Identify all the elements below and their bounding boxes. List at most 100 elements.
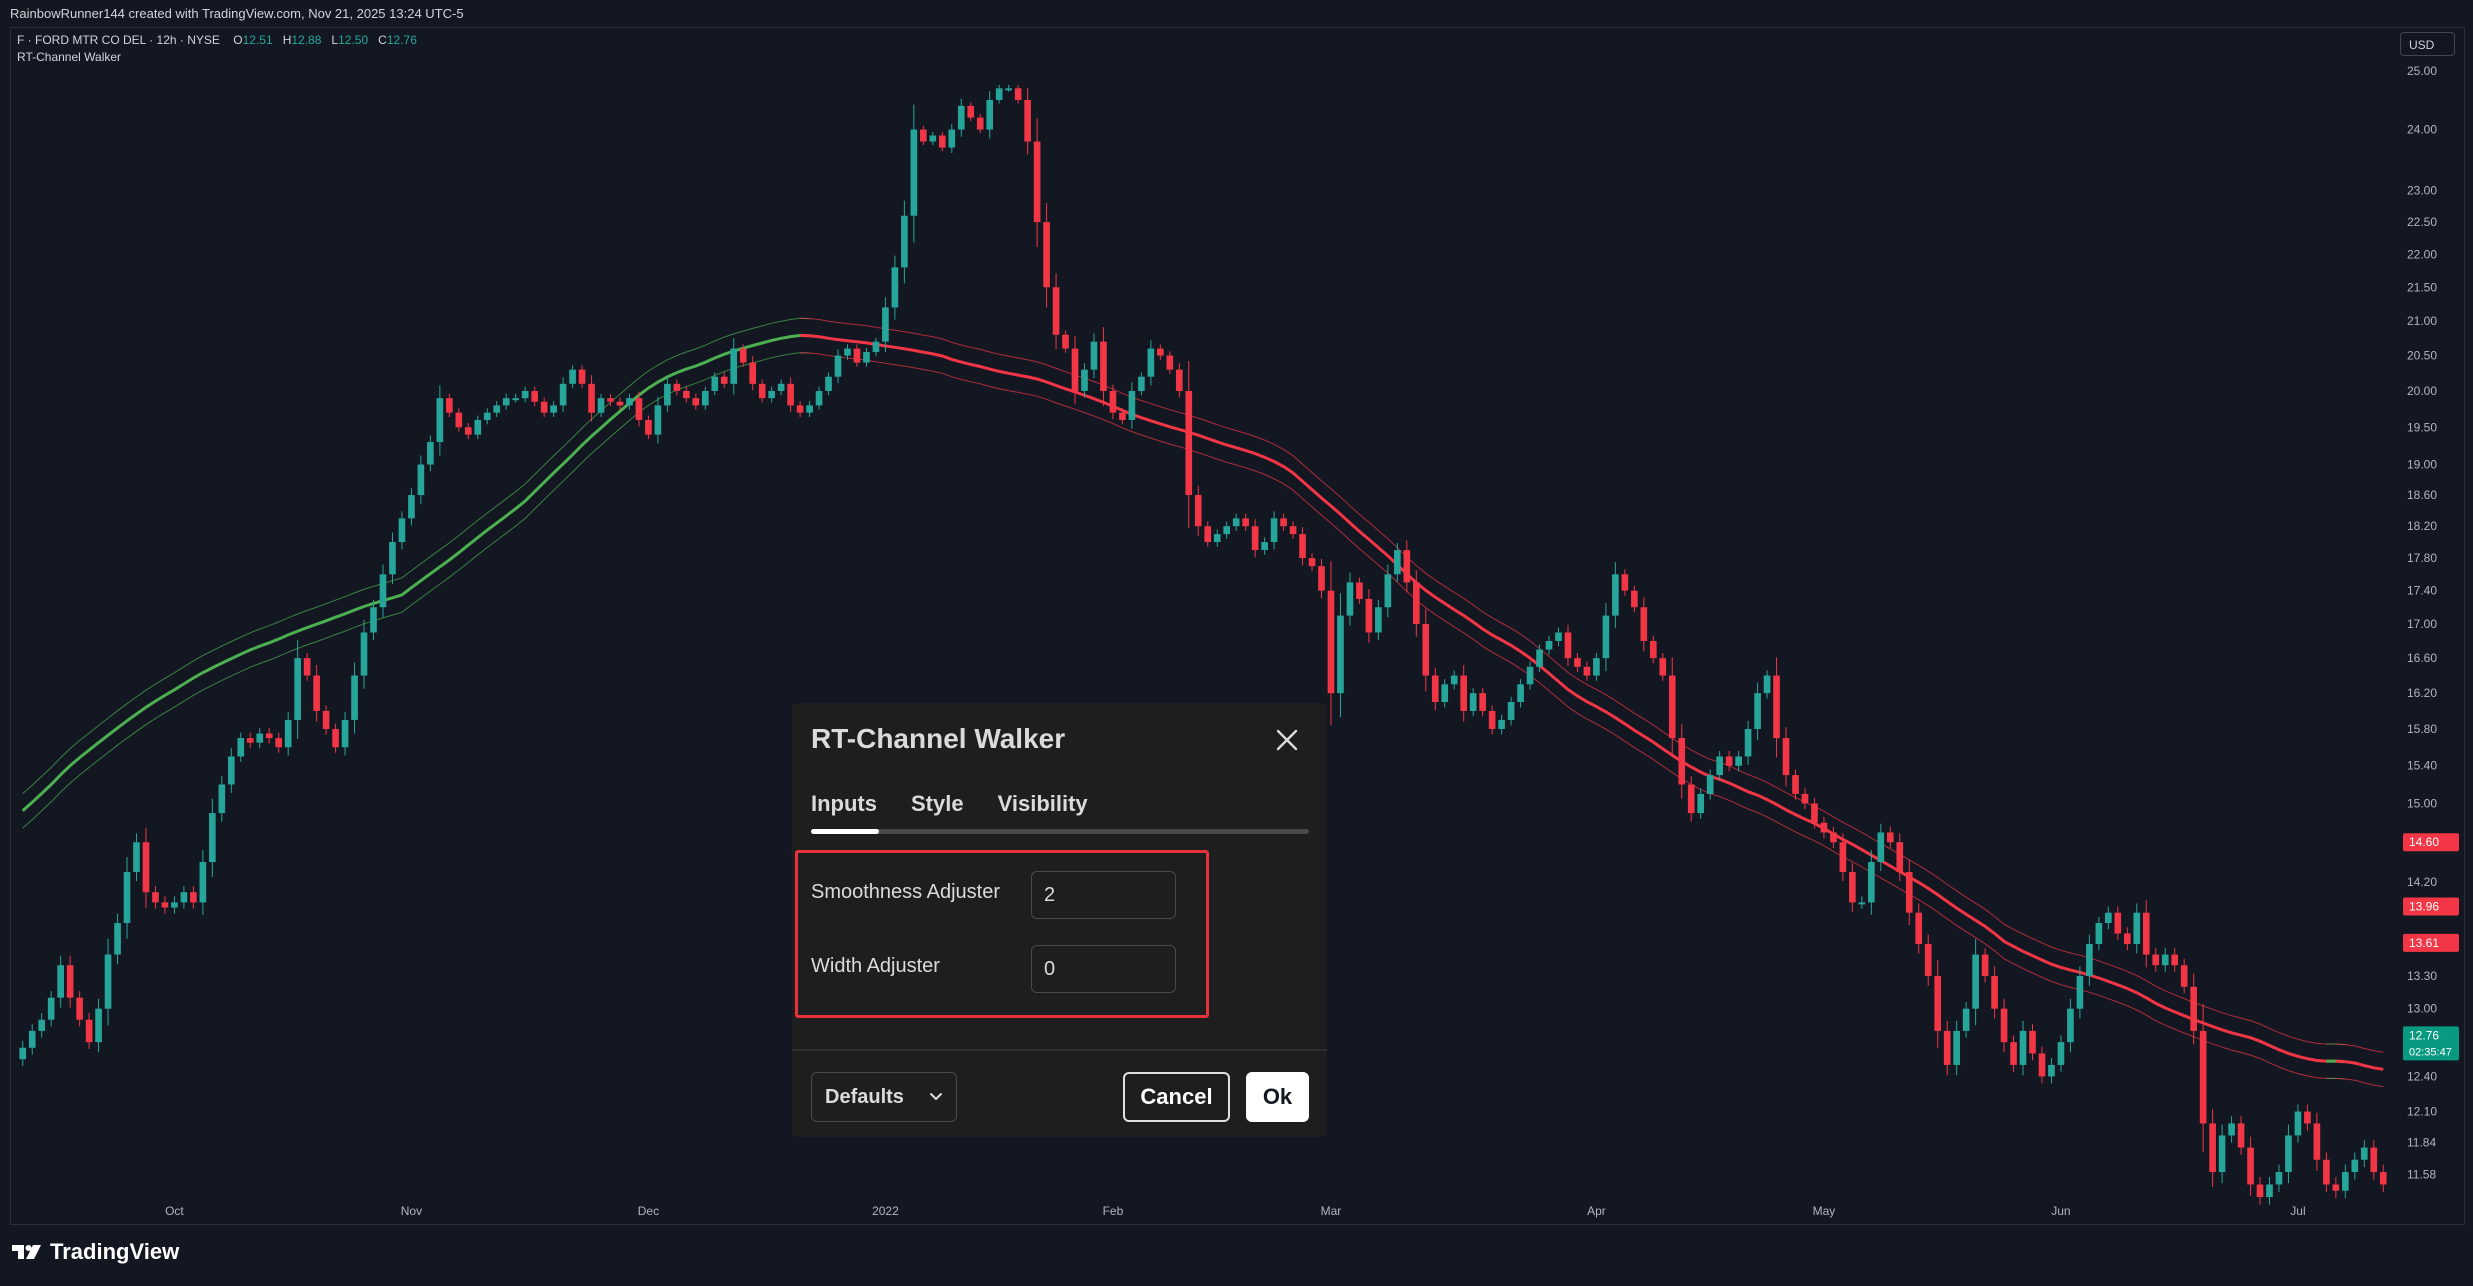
time-tick-label: Jun bbox=[2051, 1204, 2070, 1218]
legend-indicator-name[interactable]: RT-Channel Walker bbox=[17, 50, 121, 64]
candle-body bbox=[1593, 658, 1600, 676]
candle-body bbox=[1811, 803, 1818, 823]
candle-body bbox=[455, 412, 463, 428]
candle-body bbox=[2218, 1135, 2226, 1173]
candle-body bbox=[531, 390, 538, 402]
channel-lower-line bbox=[22, 352, 810, 829]
candle-body bbox=[1943, 1030, 1951, 1065]
candle-body bbox=[1213, 534, 1221, 543]
candle-body bbox=[1839, 842, 1847, 873]
time-axis[interactable]: Oct Nov Dec 2022 Feb Mar Apr May Jun Jul bbox=[165, 1204, 2306, 1218]
candle-body bbox=[957, 105, 965, 130]
candle-body bbox=[1157, 348, 1164, 356]
candle-body bbox=[1346, 582, 1354, 616]
legend-symbol[interactable]: F · FORD MTR CO DEL · 12h · NYSE bbox=[17, 33, 220, 47]
candle-body bbox=[1384, 574, 1392, 608]
candle-body bbox=[2199, 1030, 2207, 1124]
candle-body bbox=[1441, 684, 1449, 703]
candle-body bbox=[616, 401, 624, 406]
candle-body bbox=[540, 401, 548, 413]
candle-body bbox=[237, 738, 245, 757]
candle-body bbox=[692, 398, 700, 406]
time-tick-label: May bbox=[1813, 1204, 1836, 1218]
candle-body bbox=[1526, 666, 1534, 685]
candle-body bbox=[2266, 1184, 2273, 1197]
dialog-divider bbox=[792, 1049, 1327, 1051]
time-tick-label: Jul bbox=[2290, 1204, 2305, 1218]
legend-symbol-row: F · FORD MTR CO DEL · 12h · NYSE O12.51 … bbox=[17, 33, 417, 47]
candle-body bbox=[1687, 784, 1695, 814]
legend-close-value: 12.76 bbox=[386, 33, 417, 47]
candle-body bbox=[2048, 1064, 2055, 1077]
candle-body bbox=[1005, 88, 1012, 91]
price-tick-label: 12.40 bbox=[2407, 1069, 2437, 1083]
defaults-dropdown[interactable]: Defaults bbox=[811, 1072, 957, 1122]
candle-body bbox=[171, 902, 178, 908]
cancel-button[interactable]: Cancel bbox=[1123, 1072, 1230, 1122]
width-adjuster-input[interactable] bbox=[1031, 945, 1176, 993]
candle-body bbox=[1024, 99, 1031, 142]
candle-body bbox=[512, 398, 520, 401]
candle-body bbox=[1488, 710, 1496, 729]
candle-body bbox=[1697, 793, 1705, 814]
candle-body bbox=[2275, 1172, 2283, 1185]
candle-body bbox=[825, 376, 832, 391]
candle-body bbox=[1232, 518, 1240, 527]
smoothness-adjuster-input[interactable] bbox=[1031, 871, 1176, 919]
candle-body bbox=[938, 135, 946, 148]
candle-body bbox=[1972, 954, 1979, 1009]
tradingview-logo[interactable]: TradingView bbox=[12, 1239, 179, 1265]
candle-body bbox=[1507, 702, 1515, 720]
channel-upper-line bbox=[22, 317, 810, 794]
candle-body bbox=[1668, 675, 1676, 739]
candle-body bbox=[398, 518, 406, 543]
tradingview-logo-icon bbox=[12, 1245, 41, 1259]
candle-body bbox=[265, 733, 273, 739]
tab-style[interactable]: Style bbox=[911, 791, 964, 817]
candle-body bbox=[1659, 658, 1667, 676]
price-tick-label: 20.00 bbox=[2407, 384, 2437, 398]
tab-inputs[interactable]: Inputs bbox=[811, 791, 877, 817]
candle-body bbox=[2294, 1111, 2302, 1136]
price-tick-label: 21.50 bbox=[2407, 280, 2437, 294]
price-tick-label: 16.60 bbox=[2407, 651, 2437, 665]
candle-body bbox=[1365, 598, 1373, 633]
candle-body bbox=[1801, 793, 1809, 804]
candle-body bbox=[1849, 872, 1856, 903]
candle-body bbox=[2038, 1053, 2046, 1077]
time-tick-label: Apr bbox=[1587, 1204, 1606, 1218]
brand-name: TradingView bbox=[50, 1239, 180, 1264]
price-tick-label: 22.00 bbox=[2407, 247, 2437, 261]
candle-body bbox=[2067, 1008, 2074, 1043]
candle-body bbox=[1706, 775, 1714, 794]
price-axis[interactable]: 25.00 24.00 23.00 22.50 22.00 21.50 21.00 20.50… bbox=[2407, 64, 2437, 1182]
candle-body bbox=[1479, 693, 1486, 711]
candle-body bbox=[967, 105, 975, 118]
candle-body bbox=[2228, 1123, 2235, 1136]
channel-upper-line bbox=[2335, 1043, 2384, 1053]
close-icon[interactable] bbox=[1272, 725, 1302, 755]
dialog-tabs: Inputs Style Visibility bbox=[811, 791, 1088, 817]
ok-button[interactable]: Ok bbox=[1246, 1072, 1309, 1122]
candle-body bbox=[683, 390, 690, 399]
candle-body bbox=[1830, 832, 1837, 843]
candle-body bbox=[1498, 719, 1505, 729]
candle-body bbox=[1536, 649, 1543, 667]
candle-body bbox=[1725, 756, 1733, 766]
candle-body bbox=[2379, 1172, 2387, 1185]
candle-body bbox=[787, 383, 794, 406]
candle-body bbox=[332, 728, 339, 748]
price-badge-label: 13.61 bbox=[2409, 936, 2439, 950]
candle-body bbox=[2057, 1042, 2065, 1065]
candle-body bbox=[559, 383, 567, 406]
candle-body bbox=[1621, 574, 1629, 591]
candle-body bbox=[1953, 1030, 1960, 1065]
candle-body bbox=[654, 405, 662, 435]
tab-visibility[interactable]: Visibility bbox=[998, 791, 1088, 817]
candle-body bbox=[1138, 376, 1145, 391]
candle-body bbox=[607, 398, 614, 402]
channel-center-line bbox=[2335, 1059, 2384, 1071]
currency-button[interactable]: USD bbox=[2400, 32, 2455, 56]
defaults-label: Defaults bbox=[825, 1085, 904, 1108]
candle-body bbox=[1081, 369, 1088, 391]
